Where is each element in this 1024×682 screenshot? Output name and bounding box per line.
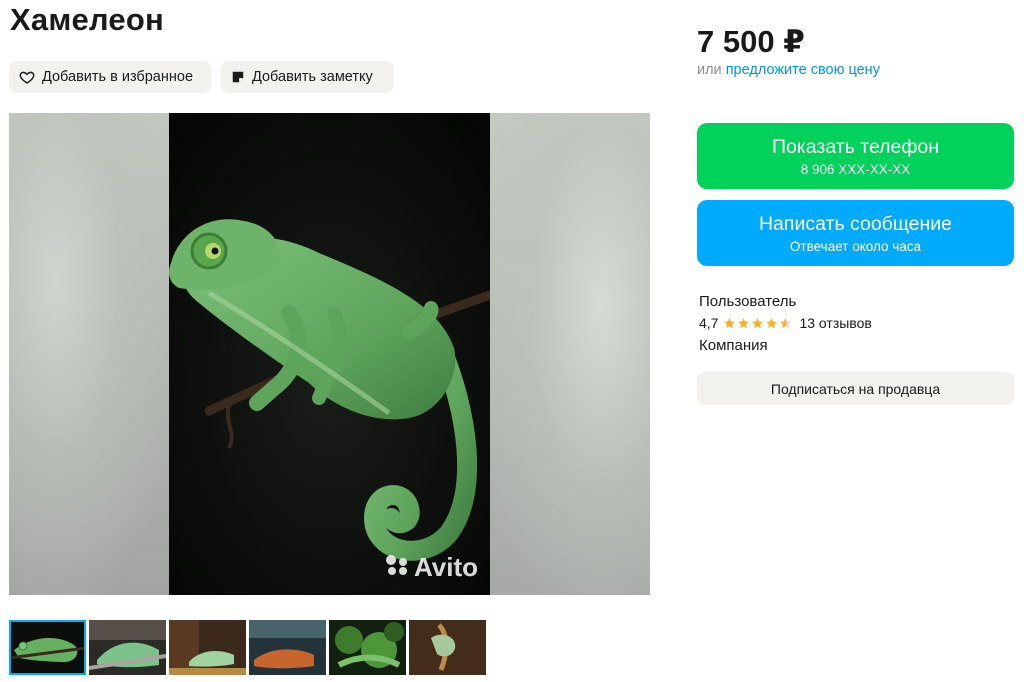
show-phone-label: Показать телефон xyxy=(771,135,940,158)
seller-rating: 4,7 13 отзывов xyxy=(699,315,872,331)
offer-price-link[interactable]: предложите свою цену xyxy=(726,62,880,78)
reviews-link[interactable]: 13 отзывов xyxy=(799,315,871,331)
avito-watermark: Avito xyxy=(384,552,478,583)
photo-gallery[interactable]: Avito xyxy=(9,113,650,595)
star-icon xyxy=(766,317,778,328)
listing-title: Хамелеон xyxy=(10,2,164,37)
thumbnail-3[interactable] xyxy=(169,620,246,675)
rating-value: 4,7 xyxy=(699,315,719,331)
add-note-label: Добавить заметку xyxy=(252,69,373,85)
thumbnail-6[interactable] xyxy=(409,620,486,675)
add-to-favorites-button[interactable]: Добавить в избранное xyxy=(9,61,211,93)
offer-prefix: или xyxy=(697,62,722,78)
gallery-blur-right xyxy=(490,113,650,595)
add-note-button[interactable]: Добавить заметку xyxy=(221,61,394,93)
listing-page: Хамелеон Добавить в избранное Добавить з… xyxy=(0,0,1024,682)
write-message-label: Написать сообщение xyxy=(758,212,953,235)
thumbnail-strip xyxy=(9,620,486,675)
add-to-favorites-label: Добавить в избранное xyxy=(42,69,194,85)
thumbnail-5[interactable] xyxy=(329,620,406,675)
star-icon xyxy=(752,317,764,328)
rating-stars xyxy=(723,317,792,330)
star-icon xyxy=(738,317,750,328)
show-phone-button[interactable]: Показать телефон 8 906 XXX-XX-XX xyxy=(697,123,1014,189)
subscribe-seller-button[interactable]: Подписаться на продавца xyxy=(697,372,1014,405)
star-half-icon xyxy=(780,317,792,328)
thumbnail-2[interactable] xyxy=(89,620,166,675)
gallery-blur-left xyxy=(9,113,169,595)
price: 7 500 ₽ xyxy=(697,24,805,59)
offer-price-line: или предложите свою цену xyxy=(697,62,880,78)
main-photo[interactable]: Avito xyxy=(169,113,495,595)
watermark-text: Avito xyxy=(413,552,478,582)
thumbnail-1[interactable] xyxy=(9,620,86,675)
seller-type: Компания xyxy=(699,337,768,354)
star-icon xyxy=(724,317,736,328)
avito-logo-icon xyxy=(384,552,410,583)
chameleon-illustration xyxy=(169,113,495,595)
heart-icon xyxy=(19,69,35,85)
thumbnail-4[interactable] xyxy=(249,620,326,675)
write-message-button[interactable]: Написать сообщение Отвечает около часа xyxy=(697,200,1014,266)
note-icon xyxy=(231,70,245,84)
phone-number-masked: 8 906 XXX-XX-XX xyxy=(800,161,911,177)
response-time: Отвечает около часа xyxy=(789,238,922,254)
seller-name[interactable]: Пользователь xyxy=(699,293,796,310)
